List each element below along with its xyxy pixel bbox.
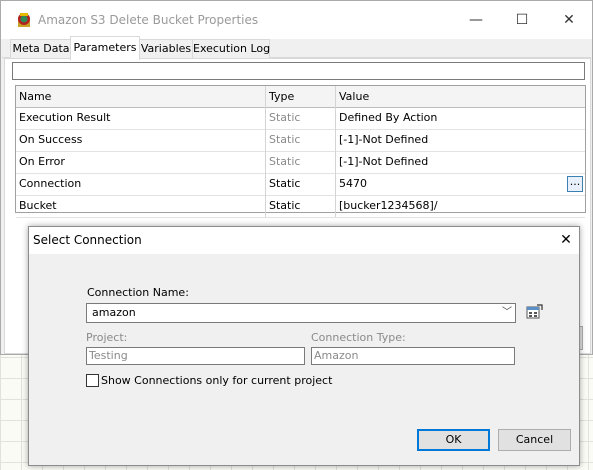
select-connection-dialog: Select Connection ✕ Connection Name: ama… xyxy=(28,226,580,466)
tab-strip: Meta Data Parameters Variables Execution… xyxy=(2,36,591,60)
grid-header-row: Name Type Value xyxy=(16,86,585,108)
param-type: Static xyxy=(266,107,336,129)
column-header-name[interactable]: Name xyxy=(16,86,266,107)
column-header-value[interactable]: Value xyxy=(336,86,585,107)
param-value[interactable]: [bucker1234568]/ xyxy=(336,195,585,217)
param-value[interactable]: [-1]-Not Defined xyxy=(336,129,585,151)
param-name: On Success xyxy=(16,129,266,151)
title-bar[interactable]: Amazon S3 Delete Bucket Properties — ☐ ✕ xyxy=(1,1,592,39)
table-row[interactable]: Connection Static 5470 ... xyxy=(16,173,585,196)
param-name: On Error xyxy=(16,151,266,173)
table-row[interactable]: Bucket Static [bucker1234568]/ xyxy=(16,195,585,218)
project-label: Project: xyxy=(86,331,128,344)
app-logo-icon xyxy=(18,13,30,27)
column-header-type[interactable]: Type xyxy=(266,86,336,107)
tab-variables[interactable]: Variables xyxy=(138,39,194,59)
param-value-cell[interactable]: 5470 ... xyxy=(336,173,585,195)
cancel-button[interactable]: Cancel xyxy=(498,429,571,451)
param-type: Static xyxy=(266,195,336,217)
param-name: Connection xyxy=(16,173,266,195)
chevron-down-icon: ﹀ xyxy=(502,307,512,318)
table-row[interactable]: Execution Result Static Defined By Actio… xyxy=(16,107,585,130)
param-type: Static xyxy=(266,151,336,173)
current-project-checkbox-label[interactable]: Show Connections only for current projec… xyxy=(101,374,332,387)
parameters-grid: Name Type Value Execution Result Static … xyxy=(15,85,586,218)
filter-input[interactable] xyxy=(12,62,585,80)
table-row[interactable]: On Error Static [-1]-Not Defined xyxy=(16,151,585,174)
connection-name-label: Connection Name: xyxy=(87,286,189,299)
dialog-title-bar[interactable]: Select Connection ✕ xyxy=(29,227,579,254)
dialog-close-button[interactable]: ✕ xyxy=(553,228,579,253)
param-name: Bucket xyxy=(16,195,266,217)
maximize-button[interactable]: ☐ xyxy=(499,1,545,39)
param-name: Execution Result xyxy=(16,107,266,129)
param-value[interactable]: [-1]-Not Defined xyxy=(336,151,585,173)
connection-name-select[interactable]: amazon ﹀ xyxy=(86,303,516,323)
tab-meta-data[interactable]: Meta Data xyxy=(10,39,72,59)
tab-parameters[interactable]: Parameters xyxy=(70,36,140,60)
current-project-checkbox[interactable] xyxy=(86,374,99,387)
minimize-button[interactable]: — xyxy=(453,1,499,39)
param-value: 5470 xyxy=(339,177,367,190)
browse-connection-icon[interactable] xyxy=(525,304,543,322)
close-window-button[interactable]: ✕ xyxy=(546,1,592,39)
tab-execution-log[interactable]: Execution Log xyxy=(192,39,270,59)
param-type: Static xyxy=(266,173,336,195)
browse-connection-button[interactable]: ... xyxy=(567,176,583,192)
connection-type-field[interactable]: Amazon xyxy=(311,347,515,365)
connection-name-value: amazon xyxy=(92,306,136,319)
table-row[interactable]: On Success Static [-1]-Not Defined xyxy=(16,129,585,152)
window-title: Amazon S3 Delete Bucket Properties xyxy=(38,13,259,27)
connection-type-label: Connection Type: xyxy=(311,331,406,344)
dialog-title: Select Connection xyxy=(33,233,142,247)
project-field[interactable]: Testing xyxy=(86,347,305,365)
param-value[interactable]: Defined By Action xyxy=(336,107,585,129)
param-type: Static xyxy=(266,129,336,151)
ok-button[interactable]: OK xyxy=(417,429,490,451)
